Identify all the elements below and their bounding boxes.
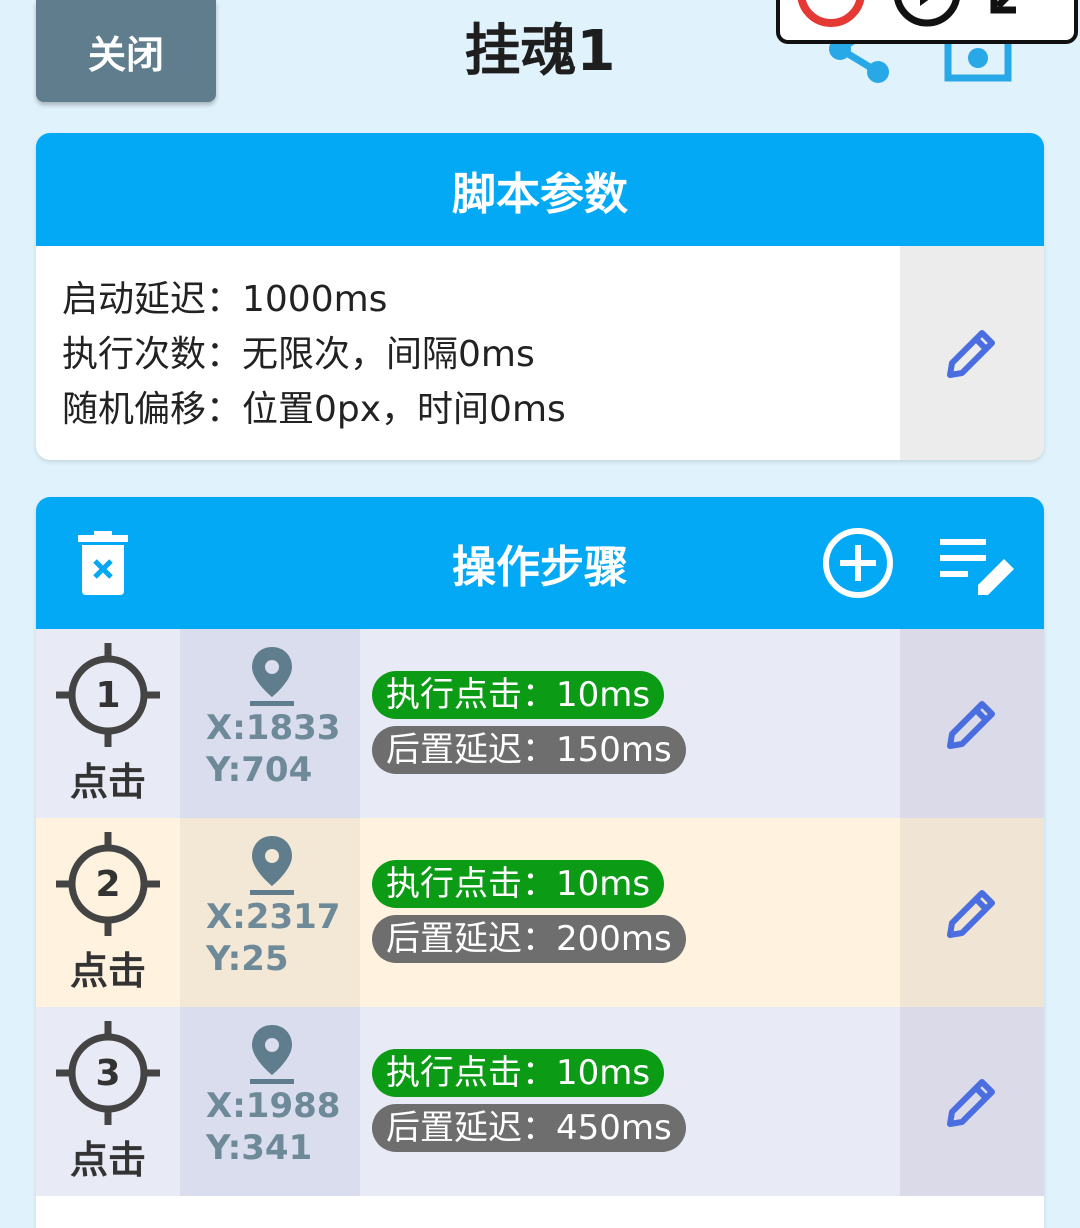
stop-icon[interactable] [796, 0, 866, 28]
params-card-title: 脚本参数 [36, 133, 1044, 246]
steps-card-title: 操作步骤 [452, 542, 628, 593]
step-type-label: 点击 [69, 1138, 146, 1182]
edit-step-button[interactable] [900, 1007, 1044, 1196]
page-title: 挂魂1 [464, 19, 616, 84]
pencil-icon [947, 700, 995, 749]
location-pin-icon [250, 836, 294, 895]
execution-count-text: 执行次数：无限次，间隔0ms [62, 334, 535, 375]
delete-all-icon[interactable] [78, 531, 128, 595]
step-type-cell: 3 点击 [36, 1007, 180, 1196]
location-pin-icon [250, 1025, 294, 1084]
steps-card: 操作步骤 1 点击 X:1833 Y:704 执行点击：10ms 后置延迟：15… [36, 497, 1044, 1228]
collapse-arrow-icon[interactable] [986, 0, 1036, 20]
exec-click-badge: 执行点击：10ms [372, 1049, 665, 1097]
post-delay-badge: 后置延迟：450ms [372, 1104, 686, 1152]
step-x-coord: X:1988 [206, 1086, 341, 1126]
step-position-cell: X:1833 Y:704 [180, 629, 360, 818]
step-type-cell: 2 点击 [36, 818, 180, 1007]
play-icon[interactable] [892, 0, 962, 28]
close-button[interactable]: 关闭 [36, 0, 216, 102]
steps-card-header: 操作步骤 [36, 497, 1044, 629]
edit-params-button[interactable] [900, 246, 1044, 460]
post-delay-badge: 后置延迟：200ms [372, 915, 686, 963]
params-text: 启动延迟：1000ms 执行次数：无限次，间隔0ms 随机偏移：位置0px，时间… [36, 246, 900, 460]
pencil-icon [947, 330, 995, 378]
crosshair-icon: 3 [56, 1021, 160, 1125]
step-y-coord: Y:25 [206, 939, 289, 979]
step-info-cell: 执行点击：10ms 后置延迟：200ms [360, 818, 900, 1007]
step-info-cell: 执行点击：10ms 后置延迟：450ms [360, 1007, 900, 1196]
step-index: 2 [95, 863, 121, 905]
step-type-label: 点击 [69, 949, 146, 993]
edit-list-icon[interactable] [940, 535, 1016, 597]
step-position-cell: X:2317 Y:25 [180, 818, 360, 1007]
random-offset-text: 随机偏移：位置0px，时间0ms [62, 389, 566, 430]
step-type-label: 点击 [69, 760, 146, 804]
floating-toolbar[interactable] [776, 0, 1078, 44]
edit-step-button[interactable] [900, 629, 1044, 818]
exec-click-badge: 执行点击：10ms [372, 860, 665, 908]
step-info-cell: 执行点击：10ms 后置延迟：150ms [360, 629, 900, 818]
location-pin-icon [250, 647, 294, 706]
step-x-coord: X:2317 [206, 897, 341, 937]
post-delay-badge: 后置延迟：150ms [372, 726, 686, 774]
script-params-card: 脚本参数 启动延迟：1000ms 执行次数：无限次，间隔0ms 随机偏移：位置0… [36, 133, 1044, 460]
add-step-icon[interactable] [822, 527, 894, 599]
pencil-icon [947, 1078, 995, 1127]
crosshair-icon: 2 [56, 832, 160, 936]
step-position-cell: X:1988 Y:341 [180, 1007, 360, 1196]
step-row[interactable]: 2 点击 X:2317 Y:25 执行点击：10ms 后置延迟：200ms [36, 818, 1044, 1007]
edit-step-button[interactable] [900, 818, 1044, 1007]
pencil-icon [947, 889, 995, 938]
step-index: 3 [95, 1052, 121, 1094]
step-y-coord: Y:704 [206, 750, 313, 790]
step-type-cell: 1 点击 [36, 629, 180, 818]
step-y-coord: Y:341 [206, 1128, 313, 1168]
startup-delay-text: 启动延迟：1000ms [62, 279, 388, 320]
step-index: 1 [95, 674, 121, 716]
crosshair-icon: 1 [56, 643, 160, 747]
step-row[interactable]: 1 点击 X:1833 Y:704 执行点击：10ms 后置延迟：150ms [36, 629, 1044, 818]
exec-click-badge: 执行点击：10ms [372, 671, 665, 719]
step-row[interactable]: 3 点击 X:1988 Y:341 执行点击：10ms 后置延迟：450ms [36, 1007, 1044, 1196]
step-x-coord: X:1833 [206, 708, 341, 748]
